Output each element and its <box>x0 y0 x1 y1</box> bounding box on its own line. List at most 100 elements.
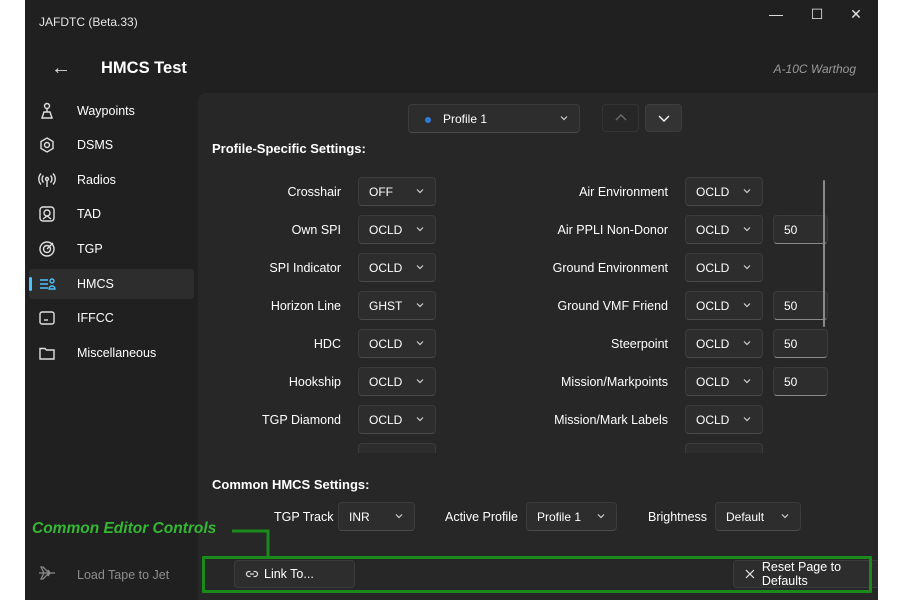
back-button[interactable]: ← <box>49 56 73 80</box>
profile-select[interactable]: Profile 1 <box>408 104 580 133</box>
mission-mark-labels-select[interactable]: OCLD <box>685 405 763 434</box>
sidebar-item-label: Radios <box>77 173 116 187</box>
steerpoint-field[interactable]: 50 <box>773 329 828 358</box>
mission-mark-labels-label: Mission/Mark Labels <box>554 413 668 427</box>
sidebar-item-tgp[interactable]: TGP <box>29 234 194 264</box>
sidebar-item-hmcs[interactable]: HMCS <box>29 269 194 299</box>
folder-icon <box>37 343 57 363</box>
active-profile-select[interactable]: Profile 1 <box>526 502 617 531</box>
tgp-diamond-label: TGP Diamond <box>262 413 341 427</box>
back-arrow-icon: ← <box>51 56 71 79</box>
ground-vmf-label: Ground VMF Friend <box>557 299 668 313</box>
sidebar-item-iffcc[interactable]: IFFCC <box>29 303 194 333</box>
chevron-down-icon <box>395 514 403 519</box>
select-value: OCLD <box>696 299 730 313</box>
select-value: Profile 1 <box>537 510 582 524</box>
close-button[interactable]: ✕ <box>841 4 871 24</box>
hookship-label: Hookship <box>288 375 341 389</box>
next-row-select[interactable] <box>685 443 763 453</box>
air-environment-label: Air Environment <box>579 185 668 199</box>
spi-indicator-select[interactable]: OCLD <box>358 253 436 282</box>
active-profile-label: Active Profile <box>445 510 518 524</box>
field-value: 50 <box>784 337 798 351</box>
common-settings-heading: Common HMCS Settings: <box>212 477 370 492</box>
brightness-select[interactable]: Default <box>715 502 801 531</box>
profile-up-button[interactable] <box>602 104 639 132</box>
page-title: HMCS Test <box>101 59 187 77</box>
sidebar-item-radios[interactable]: Radios <box>29 165 194 195</box>
ground-environment-select[interactable]: OCLD <box>685 253 763 282</box>
waypoints-icon <box>37 101 57 121</box>
load-tape-button[interactable]: Load Tape to Jet <box>29 560 194 590</box>
field-value: 50 <box>784 223 798 237</box>
sidebar-item-dsms[interactable]: DSMS <box>29 130 194 160</box>
ground-vmf-select[interactable]: OCLD <box>685 291 763 320</box>
chevron-down-icon <box>416 417 424 422</box>
sidebar-item-label: Waypoints <box>77 104 135 118</box>
radio-icon <box>37 170 57 190</box>
annotation-box <box>202 556 872 593</box>
chevron-down-icon <box>416 227 424 232</box>
chevron-down-icon <box>743 417 751 422</box>
sidebar-item-label: TAD <box>77 207 102 221</box>
iffcc-icon <box>37 308 57 328</box>
hdc-select[interactable]: OCLD <box>358 329 436 358</box>
select-value: INR <box>349 510 370 524</box>
chevron-down-icon <box>743 379 751 384</box>
select-value: Default <box>726 510 765 524</box>
scrollbar[interactable] <box>823 180 825 327</box>
chevron-down-icon <box>658 115 669 122</box>
chevron-down-icon <box>597 514 605 519</box>
tgp-track-select[interactable]: INR <box>338 502 415 531</box>
content-pane: Profile 1 Profile-Specific Settings: Cro… <box>198 93 878 600</box>
select-value: OFF <box>369 185 393 199</box>
chevron-down-icon <box>416 379 424 384</box>
sidebar-item-label: Miscellaneous <box>77 346 157 360</box>
chevron-down-icon <box>416 341 424 346</box>
next-row-select[interactable] <box>358 443 436 453</box>
minimize-button[interactable]: — <box>761 4 791 24</box>
air-ppli-select[interactable]: OCLD <box>685 215 763 244</box>
mission-markpoints-label: Mission/Markpoints <box>561 375 668 389</box>
chevron-down-icon <box>416 189 424 194</box>
annotation-label: Common Editor Controls <box>32 520 217 537</box>
sidebar-item-label: DSMS <box>77 138 114 152</box>
chevron-down-icon <box>743 227 751 232</box>
horizon-line-label: Horizon Line <box>270 299 341 313</box>
sidebar-item-label: IFFCC <box>77 311 114 325</box>
select-value: OCLD <box>369 413 403 427</box>
chevron-down-icon <box>743 341 751 346</box>
sidebar-item-label: TGP <box>77 242 103 256</box>
horizon-line-select[interactable]: GHST <box>358 291 436 320</box>
crosshair-select[interactable]: OFF <box>358 177 436 206</box>
sidebar-item-miscellaneous[interactable]: Miscellaneous <box>29 338 194 368</box>
mission-markpoints-field[interactable]: 50 <box>773 367 828 396</box>
profile-down-button[interactable] <box>645 104 682 132</box>
ground-environment-label: Ground Environment <box>552 261 668 275</box>
steerpoint-select[interactable]: OCLD <box>685 329 763 358</box>
hookship-select[interactable]: OCLD <box>358 367 436 396</box>
air-ppli-field[interactable]: 50 <box>773 215 828 244</box>
sidebar-item-tad[interactable]: TAD <box>29 199 194 229</box>
sidebar-item-waypoints[interactable]: Waypoints <box>29 96 194 126</box>
tgp-diamond-select[interactable]: OCLD <box>358 405 436 434</box>
profile-select-value: Profile 1 <box>443 112 488 126</box>
airplane-icon <box>37 563 57 588</box>
air-environment-select[interactable]: OCLD <box>685 177 763 206</box>
steerpoint-label: Steerpoint <box>611 337 668 351</box>
profile-dot-icon <box>425 117 431 123</box>
chevron-down-icon <box>743 303 751 308</box>
app-window: JAFDTC (Beta.33) — ☐ ✕ ← HMCS Test A-10C… <box>25 0 878 600</box>
field-value: 50 <box>784 375 798 389</box>
own-spi-select[interactable]: OCLD <box>358 215 436 244</box>
select-value: OCLD <box>696 375 730 389</box>
air-ppli-label: Air PPLI Non-Donor <box>557 223 668 237</box>
chevron-down-icon <box>416 303 424 308</box>
profile-settings-scroll: Crosshair OFF Own SPI OCLD SPI Indicator… <box>198 173 878 453</box>
maximize-button[interactable]: ☐ <box>802 4 832 24</box>
select-value: OCLD <box>369 337 403 351</box>
tad-icon <box>37 204 57 224</box>
ground-vmf-field[interactable]: 50 <box>773 291 828 320</box>
mission-markpoints-select[interactable]: OCLD <box>685 367 763 396</box>
select-value: OCLD <box>369 223 403 237</box>
